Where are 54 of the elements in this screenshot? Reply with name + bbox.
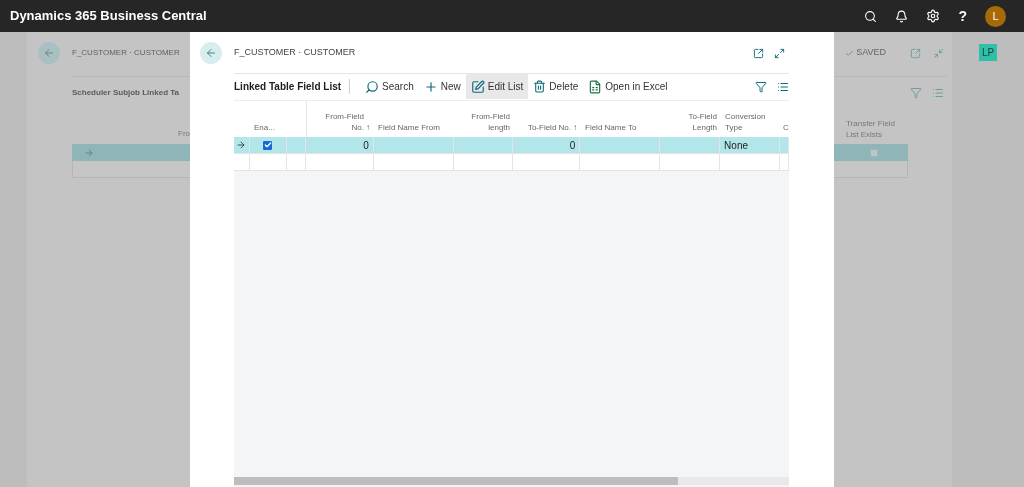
back-button[interactable] [38,42,60,64]
bell-icon[interactable] [895,9,909,23]
row-arrow-icon [236,140,247,150]
column-header[interactable]: To-Field No. [527,122,571,133]
collapse-icon[interactable] [933,47,944,59]
search-icon [365,79,380,94]
table-cell-text: None [724,138,748,153]
back-button[interactable] [200,42,222,64]
dialog-title: F_CUSTOMER · CUSTOMER [234,46,356,60]
page-title: F_CUSTOMER · CUSTOMER [72,47,180,59]
user-avatar[interactable]: L [985,5,1006,27]
settings-icon[interactable] [926,9,941,23]
checkbox[interactable] [870,148,878,157]
list-title: Scheduler Subjob Linked Ta [72,86,179,99]
list-icon[interactable] [777,80,789,93]
app-title: Dynamics 365 Business Central [10,7,207,26]
column-header: Transfer Field List Exists [846,118,897,140]
toolbar-button[interactable]: New [418,74,466,99]
popout-icon[interactable] [753,47,764,59]
back-arrow-icon [205,47,217,59]
check-icon [845,48,855,58]
plus-icon [423,79,438,94]
column-header[interactable]: From-Field No. [311,111,364,133]
checkbox[interactable] [263,140,273,150]
sort-arrow: ↑ [573,122,577,133]
spreadsheet-icon [588,79,603,94]
saved-status: SAVED [856,46,886,60]
table-cell-text: 0 [569,138,576,153]
table-row[interactable]: 0 0 None [234,137,789,154]
expand-icon[interactable] [774,47,785,59]
column-header[interactable]: Conversion Type [725,111,777,133]
column-header[interactable]: To-Field Length [665,111,717,133]
table-cell-text: 0 [363,138,369,153]
trash-icon [533,80,547,93]
column-header[interactable]: Field Name From [378,122,440,133]
row-arrow-icon [84,147,94,158]
user-badge[interactable]: LP [978,44,998,61]
edit-icon [470,79,485,94]
help-button[interactable]: ? [958,5,967,27]
column-header: Fro [178,128,190,140]
toolbar-button[interactable]: Edit List [465,74,529,99]
toolbar-button[interactable]: Open in Excel [583,74,673,99]
column-header[interactable]: From-Field length [458,111,510,133]
toolbar-button[interactable]: Search [360,74,419,99]
column-header[interactable]: Field Name To [585,122,637,133]
toolbar-button[interactable]: Delete [528,74,584,99]
back-arrow-icon [43,47,55,59]
list-title: Linked Table Field List [234,79,351,94]
horizontal-scrollbar[interactable] [234,477,789,485]
column-header[interactable]: C [783,122,789,133]
search-icon[interactable] [864,9,878,23]
column-header[interactable]: Ena... [254,122,275,133]
filter-icon[interactable] [755,80,767,93]
sort-arrow: ↑ [366,122,370,133]
